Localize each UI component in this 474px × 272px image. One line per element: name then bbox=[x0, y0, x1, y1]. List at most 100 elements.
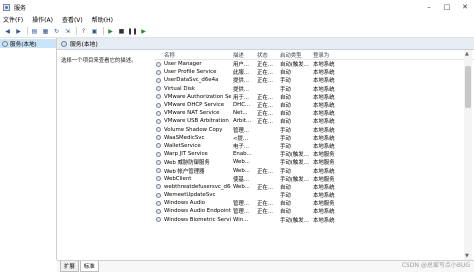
service-row[interactable]: UserDataSvc_d6e4a 提供... 正在... 手动 本地系统 bbox=[154, 76, 474, 84]
scroll-up-icon[interactable]: ▲ bbox=[465, 51, 469, 57]
service-row[interactable]: Windows Audio Endpoint B...管理... 正在... 自动 本… bbox=[154, 207, 474, 215]
service-row[interactable]: VMware Authorization Ser...用于... 正在... 自动 本… bbox=[154, 93, 474, 101]
service-name-label: Windows Audio Endpoint B... bbox=[164, 208, 231, 215]
pause-service-icon[interactable]: ❚❚ bbox=[127, 27, 137, 36]
service-description: 管理... bbox=[233, 127, 249, 134]
service-log-on-as: 本地系统 bbox=[313, 143, 335, 150]
service-name: WebClient bbox=[154, 176, 231, 182]
service-description: Web... bbox=[233, 167, 250, 174]
service-row[interactable]: VMware USB Arbitration S...Arbit... 正在...… bbox=[154, 117, 474, 125]
service-name: User Profile Service bbox=[154, 69, 231, 75]
service-name-label: User Manager bbox=[164, 61, 202, 68]
service-description: Web... bbox=[233, 183, 250, 190]
service-log-on-as: 本地系统 bbox=[313, 70, 335, 77]
tab-extended[interactable]: 扩展 bbox=[60, 261, 79, 272]
column-header-log-on-as[interactable]: 登录为 bbox=[311, 51, 371, 59]
service-startup-type: 自动 bbox=[280, 119, 291, 126]
service-name: VMware Authorization Ser... bbox=[154, 94, 231, 100]
export-list-icon[interactable]: ⇲ bbox=[63, 27, 72, 36]
service-name-label: User Profile Service bbox=[164, 69, 217, 76]
service-row[interactable]: WemeetUpdateSvc 手动 本地系统 bbox=[154, 191, 474, 199]
service-status: 正在... bbox=[257, 103, 273, 110]
service-log-on-as: 本地系统 bbox=[313, 168, 335, 175]
service-status: 正在... bbox=[257, 209, 273, 216]
service-log-on-as: 本地系统 bbox=[313, 135, 335, 142]
service-log-on-as: 本地系统 bbox=[313, 209, 335, 216]
service-row[interactable]: Windows Audio 管理... 正在... 自动 本地服务 bbox=[154, 199, 474, 207]
service-status: 正在... bbox=[257, 94, 273, 101]
service-description: 提供... bbox=[233, 86, 249, 93]
gear-icon bbox=[2, 40, 8, 47]
gear-icon bbox=[156, 94, 161, 100]
service-description: 用户... bbox=[233, 62, 249, 69]
menu-view[interactable]: 查看(V) bbox=[62, 15, 83, 24]
service-row[interactable]: Virtual Disk 提供... 手动 本地系统 bbox=[154, 85, 474, 93]
minimize-button[interactable]: – bbox=[420, 0, 438, 14]
service-row[interactable]: WaaSMedicSvc <提... 手动 本地系统 bbox=[154, 134, 474, 142]
stop-service-icon[interactable]: ■ bbox=[117, 27, 126, 36]
service-row[interactable]: WalletService 电子... 手动 本地系统 bbox=[154, 142, 474, 150]
service-row[interactable]: webthreatdefusersvc_d6e4aWeb... 正在... 自动 本地… bbox=[154, 183, 474, 191]
service-log-on-as: 本地服务 bbox=[313, 152, 335, 159]
service-row[interactable]: Warp JIT Service Enab... 手动(触发... 本地服务 bbox=[154, 150, 474, 158]
service-startup-type: 手动 bbox=[280, 168, 291, 175]
service-row[interactable]: VMware NAT Service Net... 正在... 自动 本地系统 bbox=[154, 109, 474, 117]
service-startup-type: 自动 bbox=[280, 184, 291, 191]
service-row[interactable]: WebClient 使基... 手动(触发... 本地服务 bbox=[154, 175, 474, 183]
help-icon[interactable]: ? bbox=[79, 27, 88, 36]
gear-icon bbox=[156, 151, 161, 157]
description-pane: 选择一个项目来查看它的描述。 bbox=[61, 58, 137, 64]
tree-item-services-local[interactable]: 服务(本地) bbox=[0, 39, 56, 48]
service-row[interactable]: User Profile Service 此服... 正在... 自动 本地系统 bbox=[154, 68, 474, 76]
column-header-startup-type[interactable]: 启动类型 bbox=[278, 51, 311, 59]
service-status: 正在... bbox=[257, 70, 273, 77]
menu-action[interactable]: 操作(A) bbox=[32, 15, 53, 24]
scroll-down-icon[interactable]: ▼ bbox=[465, 253, 469, 259]
service-name: VMware NAT Service bbox=[154, 110, 231, 116]
gear-icon bbox=[156, 77, 161, 83]
service-startup-type: 手动 bbox=[280, 86, 291, 93]
services-list: 名称 描述 状态 启动类型 登录为 User Manager 用户... 正在...… bbox=[154, 50, 474, 260]
forward-arrow-icon[interactable]: ▶ bbox=[14, 27, 23, 36]
properties-icon[interactable]: ▦ bbox=[41, 27, 50, 36]
service-row[interactable]: User Manager 用户... 正在... 自动(触发... 本地系统 bbox=[154, 60, 474, 68]
service-name: webthreatdefusersvc_d6e4a bbox=[154, 184, 231, 190]
column-header-name[interactable]: 名称 bbox=[154, 51, 231, 59]
service-startup-type: 自动(触发... bbox=[280, 62, 309, 69]
refresh-icon[interactable]: ↻ bbox=[52, 27, 61, 36]
vertical-scrollbar[interactable]: ▲ ▼ bbox=[464, 50, 472, 260]
gear-icon bbox=[156, 200, 161, 206]
gear-icon bbox=[156, 135, 161, 141]
menu-file[interactable]: 文件(F) bbox=[3, 15, 23, 24]
close-button[interactable]: ✕ bbox=[456, 0, 474, 14]
service-status: 正在... bbox=[257, 168, 273, 175]
service-row[interactable]: Web 威胁防御服务 Web... 手动(触发... 本地服务 bbox=[154, 158, 474, 166]
restart-service-icon[interactable]: ▶ bbox=[139, 27, 148, 36]
service-rows: User Manager 用户... 正在... 自动(触发... 本地系统 User P… bbox=[154, 60, 474, 224]
console-tree-icon[interactable]: ▤ bbox=[30, 27, 39, 36]
show-pane-icon[interactable]: ▣ bbox=[90, 27, 99, 36]
tab-standard[interactable]: 标准 bbox=[79, 261, 99, 272]
service-description: Net... bbox=[233, 110, 248, 117]
service-description: Win... bbox=[233, 216, 249, 223]
service-row[interactable]: Volume Shadow Copy 管理... 手动 本地系统 bbox=[154, 126, 474, 134]
back-arrow-icon[interactable]: ◀ bbox=[3, 27, 12, 36]
service-startup-type: 自动 bbox=[280, 70, 291, 77]
service-name-label: VMware Authorization Ser... bbox=[164, 93, 231, 100]
toolbar-separator bbox=[76, 27, 77, 35]
service-row[interactable]: VMware DHCP Service DHC... 正在... 自动 本地系统 bbox=[154, 101, 474, 109]
maximize-button[interactable]: □ bbox=[438, 0, 456, 14]
service-startup-type: 手动(触发... bbox=[280, 176, 309, 183]
services-pane: 服务(本地) 选择一个项目来查看它的描述。 名称 描述 状态 启动类型 登录为 … bbox=[57, 38, 474, 260]
service-row[interactable]: Windows Biometric Service Win... 手动(触发... 本… bbox=[154, 216, 474, 224]
service-name-label: WebClient bbox=[164, 175, 192, 182]
service-status: 正在... bbox=[257, 111, 273, 118]
service-log-on-as: 本地系统 bbox=[313, 103, 335, 110]
column-header-description[interactable]: 描述 bbox=[231, 51, 255, 59]
menu-help[interactable]: 帮助(H) bbox=[92, 15, 113, 24]
column-header-status[interactable]: 状态 bbox=[255, 51, 278, 59]
scroll-thumb[interactable] bbox=[465, 66, 471, 108]
start-service-icon[interactable]: ▶ bbox=[106, 27, 115, 36]
service-row[interactable]: Web 帐户管理器 Web... 正在... 手动 本地系统 bbox=[154, 166, 474, 175]
service-startup-type: 手动(触发... bbox=[280, 217, 309, 224]
